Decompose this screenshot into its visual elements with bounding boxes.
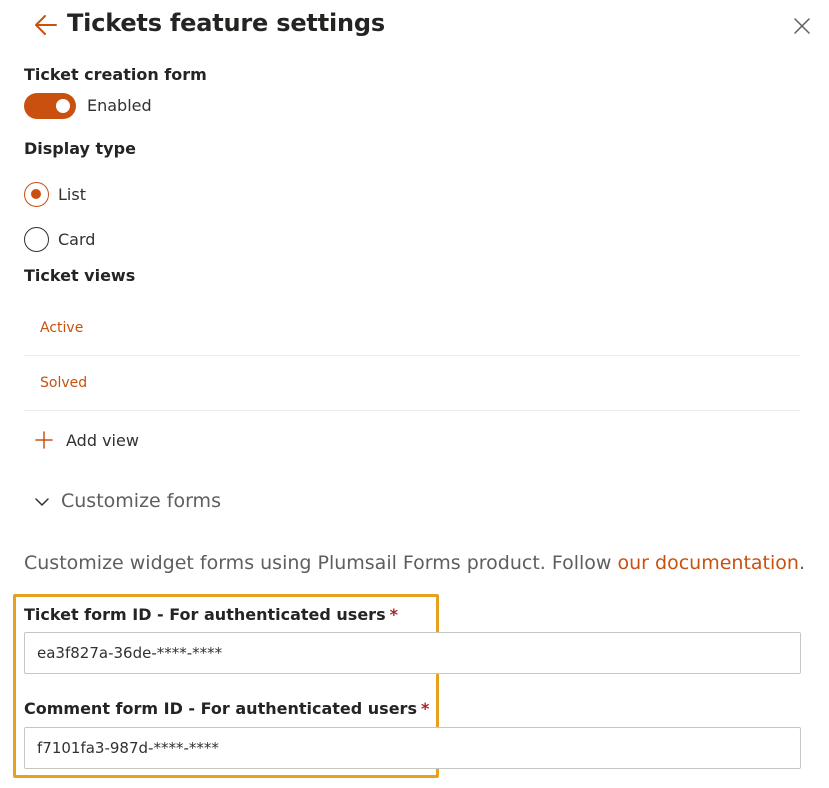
help-text-body: Customize widget forms using Plumsail Fo… <box>24 552 618 574</box>
close-icon[interactable] <box>792 16 812 36</box>
arrow-left-icon[interactable] <box>33 12 59 38</box>
customize-forms-toggle[interactable]: Customize forms <box>24 484 264 520</box>
ticket-creation-label: Ticket creation form <box>24 65 207 84</box>
ticket-creation-toggle[interactable] <box>24 93 76 119</box>
ticket-form-id-field[interactable]: ea3f827a-36de-****-**** <box>24 632 801 674</box>
panel-header: Tickets feature settings <box>0 0 829 54</box>
radio-card-label[interactable]: Card <box>58 230 95 249</box>
toggle-state-text: Enabled <box>87 96 152 115</box>
comment-form-id-field[interactable]: f7101fa3-987d-****-**** <box>24 727 801 769</box>
field-label-text: Comment form ID - For authenticated user… <box>24 699 417 718</box>
chevron-down-icon <box>35 498 49 506</box>
required-mark: * <box>420 699 430 718</box>
radio-list-label[interactable]: List <box>58 185 86 204</box>
ticket-view-label[interactable]: Solved <box>40 375 87 391</box>
ticket-form-id-label: Ticket form ID - For authenticated users… <box>24 605 398 624</box>
add-view-label: Add view <box>66 431 139 450</box>
ticket-view-item-solved[interactable]: Solved <box>24 356 800 411</box>
radio-selected-dot <box>31 189 41 199</box>
ticket-view-item-active[interactable]: Active <box>24 301 800 356</box>
customize-help-text: Customize widget forms using Plumsail Fo… <box>24 552 805 574</box>
ticket-view-label[interactable]: Active <box>40 320 83 336</box>
field-value: f7101fa3-987d-****-**** <box>37 739 219 757</box>
display-type-label: Display type <box>24 139 136 158</box>
field-label-text: Ticket form ID - For authenticated users <box>24 605 386 624</box>
field-value: ea3f827a-36de-****-**** <box>37 644 223 662</box>
radio-list[interactable] <box>24 182 49 207</box>
radio-card[interactable] <box>24 227 49 252</box>
required-mark: * <box>389 605 398 624</box>
help-text-suffix: . <box>798 552 805 574</box>
toggle-knob <box>56 99 70 113</box>
comment-form-id-label: Comment form ID - For authenticated user… <box>24 699 429 718</box>
page-title: Tickets feature settings <box>67 9 385 37</box>
add-view-button[interactable]: Add view <box>24 422 184 462</box>
ticket-views-label: Ticket views <box>24 266 136 285</box>
documentation-link[interactable]: our documentation <box>618 552 799 574</box>
plus-icon <box>35 431 53 449</box>
customize-forms-label: Customize forms <box>61 490 221 512</box>
